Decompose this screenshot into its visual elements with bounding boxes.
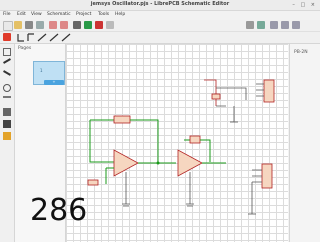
zoom-out-icon[interactable] <box>281 21 289 29</box>
zoom-fit-icon[interactable] <box>292 21 300 29</box>
menu-bar: File Edit View Schematic Project Tools H… <box>0 11 320 19</box>
wire-opamp2-feedback <box>200 139 211 162</box>
print-icon[interactable] <box>36 21 44 29</box>
right-panel-title: PB-2N <box>294 50 308 55</box>
wire-feedback-right <box>130 119 159 162</box>
feedback-resistor[interactable] <box>113 115 131 124</box>
line-tool-icon[interactable] <box>3 70 11 76</box>
resistor-2[interactable] <box>189 135 201 144</box>
save-icon[interactable] <box>25 21 33 29</box>
draw-toolbar <box>0 32 320 44</box>
app-window: jemsys Oscillator.pjs - LibrePCB Schemat… <box>0 0 320 242</box>
menu-file[interactable]: File <box>3 12 11 17</box>
measure-icon[interactable] <box>3 96 11 98</box>
ground-symbol-2 <box>186 203 194 207</box>
connector-top[interactable] <box>263 79 275 103</box>
right-panel: PB-2N <box>289 44 320 242</box>
add-page-label: + <box>52 80 56 84</box>
paste-icon[interactable] <box>95 21 103 29</box>
draw-tools <box>17 33 71 42</box>
window-title: jemsys Oscillator.pjs - LibrePCB Schemat… <box>90 1 230 7</box>
menu-tools[interactable]: Tools <box>98 12 109 17</box>
highlight-icon[interactable] <box>3 132 11 140</box>
left-tool-strip <box>0 44 15 242</box>
undo-icon[interactable] <box>49 21 57 29</box>
add-page-button[interactable]: + <box>44 80 64 85</box>
menu-help[interactable]: Help <box>115 12 125 17</box>
grid-icon[interactable] <box>257 21 265 29</box>
netlabel-icon[interactable] <box>27 33 34 41</box>
wire-icon[interactable] <box>17 34 24 42</box>
window-controls[interactable]: – □ × <box>292 2 317 8</box>
main-toolbar <box>0 20 320 32</box>
page-number: 1 <box>40 68 43 73</box>
connector-bottom-pins <box>252 169 262 183</box>
pages-title: Pages <box>18 46 32 51</box>
junction-1 <box>156 161 160 165</box>
schematic-drawing <box>87 79 275 215</box>
text-icon[interactable] <box>61 33 71 42</box>
redo-icon[interactable] <box>60 21 68 29</box>
menu-view[interactable]: View <box>31 12 42 17</box>
copy-icon[interactable] <box>84 21 92 29</box>
menu-edit[interactable]: Edit <box>17 12 26 17</box>
input-capacitor[interactable] <box>87 179 99 186</box>
menu-schematic[interactable]: Schematic <box>47 12 71 17</box>
circle-icon[interactable] <box>3 84 11 92</box>
overlay-number: 286 <box>30 193 88 228</box>
schematic-canvas[interactable] <box>66 44 288 242</box>
new-icon[interactable] <box>3 21 13 31</box>
symbol-icon[interactable] <box>3 120 11 128</box>
ground-symbol-1 <box>122 203 130 207</box>
supply-net <box>204 79 217 106</box>
cut-icon[interactable] <box>73 21 81 29</box>
component-icon[interactable] <box>3 108 11 116</box>
line-icon[interactable] <box>37 33 47 42</box>
delete-icon[interactable] <box>106 21 114 29</box>
connector-top-pins <box>256 83 264 97</box>
open-icon[interactable] <box>14 21 22 29</box>
polygon-icon[interactable] <box>49 33 59 42</box>
supply-wires <box>216 87 247 107</box>
supply-capacitor[interactable] <box>211 93 221 100</box>
wire-input-1 <box>105 167 114 184</box>
wire-feedback-left <box>89 120 114 163</box>
zoom-in-icon[interactable] <box>270 21 278 29</box>
select-icon[interactable] <box>3 33 11 41</box>
pointer-icon[interactable] <box>3 48 11 56</box>
pen-icon[interactable] <box>3 58 11 64</box>
rotate-icon[interactable] <box>246 21 254 29</box>
menu-project[interactable]: Project <box>76 12 91 17</box>
connector-bottom[interactable] <box>261 163 273 189</box>
title-bar: jemsys Oscillator.pjs - LibrePCB Schemat… <box>0 0 320 11</box>
